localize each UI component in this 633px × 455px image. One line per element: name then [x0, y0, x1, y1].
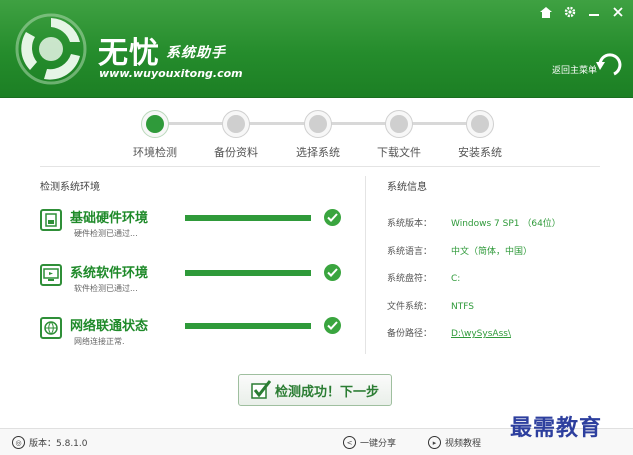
step-indicator [466, 110, 494, 138]
check-item-status: 硬件检测已通过... [74, 229, 138, 238]
step-label: 环境检测 [133, 146, 177, 159]
progress-fill [185, 215, 311, 221]
step-select-system: 选择系统 [278, 110, 358, 160]
minimize-icon[interactable] [585, 4, 603, 20]
recycle-logo-icon [15, 13, 87, 85]
check-ok-icon [324, 264, 341, 281]
step-label: 备份资料 [214, 146, 258, 159]
version-icon: ◎ [12, 436, 25, 449]
progress-bar [185, 215, 311, 221]
header: 无忧 系统助手 www.wuyouxitong.com 返回主菜单 [0, 0, 633, 98]
video-tutorial-label: 视频教程 [445, 439, 482, 449]
step-indicator [304, 110, 332, 138]
version-info: ◎ 版本：5.8.1.0 [12, 436, 88, 449]
progress-bar [185, 323, 311, 329]
step-download-files: 下载文件 [359, 110, 439, 160]
step-install-system: 安装系统 [440, 110, 520, 160]
check-item-status: 软件检测已通过... [74, 284, 138, 293]
divider-vertical [365, 176, 366, 354]
step-label: 安装系统 [458, 146, 502, 159]
checkmark-icon [251, 380, 271, 399]
software-icon [40, 264, 62, 286]
step-label: 选择系统 [296, 146, 340, 159]
progress-bar [185, 270, 311, 276]
info-label: 系统盘符： [387, 274, 433, 284]
return-arrow-icon [596, 53, 622, 76]
step-indicator-active [141, 110, 169, 138]
video-tutorial-button[interactable]: ▸ 视频教程 [428, 436, 481, 449]
check-item-status: 网络连接正常. [74, 337, 125, 346]
sysinfo-section-title: 系统信息 [387, 182, 427, 193]
check-item-software: 系统软件环境 软件检测已通过... [40, 262, 350, 302]
progress-steps: 环境检测 备份资料 选择系统 下载文件 安装系统 [118, 106, 518, 164]
back-to-main-menu-label: 返回主菜单 [552, 66, 598, 76]
info-label: 文件系统： [387, 302, 433, 312]
sysinfo-row-language: 系统语言： 中文（简体，中国） [387, 244, 532, 257]
back-to-main-menu-button[interactable]: 返回主菜单 [548, 50, 626, 82]
sysinfo-row-backup-path: 备份路径： D:\wySysAss\ [387, 326, 511, 339]
info-value: C: [451, 274, 461, 284]
info-value: Windows 7 SP1 （64位） [451, 219, 561, 229]
next-step-label: 检测成功！下一步 [274, 384, 379, 400]
sysinfo-row-drive: 系统盘符： C: [387, 271, 460, 284]
window-controls [537, 4, 627, 20]
share-label: 一键分享 [360, 439, 397, 449]
check-item-name: 网络联通状态 [70, 319, 149, 334]
share-icon: < [343, 436, 356, 449]
sysinfo-row-filesystem: 文件系统： NTFS [387, 299, 474, 312]
check-ok-icon [324, 317, 341, 334]
step-indicator [222, 110, 250, 138]
step-environment-check: 环境检测 [115, 110, 195, 160]
backup-path-link[interactable]: D:\wySysAss\ [451, 329, 511, 339]
close-icon[interactable] [609, 4, 627, 20]
watermark: 最需教育 [510, 415, 603, 441]
check-section-title: 检测系统环境 [40, 182, 100, 193]
step-backup-data: 备份资料 [196, 110, 276, 160]
info-value: NTFS [451, 302, 474, 312]
next-step-button[interactable]: 检测成功！下一步 [238, 374, 392, 406]
step-indicator [385, 110, 413, 138]
info-label: 备份路径： [387, 329, 433, 339]
info-label: 系统版本： [387, 219, 433, 229]
gear-icon[interactable] [561, 4, 579, 20]
app-title: 无忧 [98, 36, 160, 71]
sysinfo-row-version: 系统版本： Windows 7 SP1 （64位） [387, 216, 561, 229]
check-item-name: 基础硬件环境 [70, 211, 149, 226]
app-url: www.wuyouxitong.com [99, 67, 243, 80]
check-item-network: 网络联通状态 网络连接正常. [40, 315, 350, 355]
check-item-name: 系统软件环境 [70, 266, 149, 281]
info-label: 系统语言： [387, 247, 433, 257]
progress-fill [185, 270, 311, 276]
check-item-hardware: 基础硬件环境 硬件检测已通过... [40, 207, 350, 247]
divider-horizontal [40, 166, 600, 167]
step-label: 下载文件 [377, 146, 421, 159]
home-icon[interactable] [537, 4, 555, 20]
info-value: 中文（简体，中国） [451, 247, 533, 257]
app-subtitle: 系统助手 [166, 45, 226, 61]
hardware-icon [40, 209, 62, 231]
progress-fill [185, 323, 311, 329]
check-ok-icon [324, 209, 341, 226]
share-button[interactable]: < 一键分享 [343, 436, 396, 449]
network-icon [40, 317, 62, 339]
version-label: 版本：5.8.1.0 [29, 439, 88, 449]
video-icon: ▸ [428, 436, 441, 449]
